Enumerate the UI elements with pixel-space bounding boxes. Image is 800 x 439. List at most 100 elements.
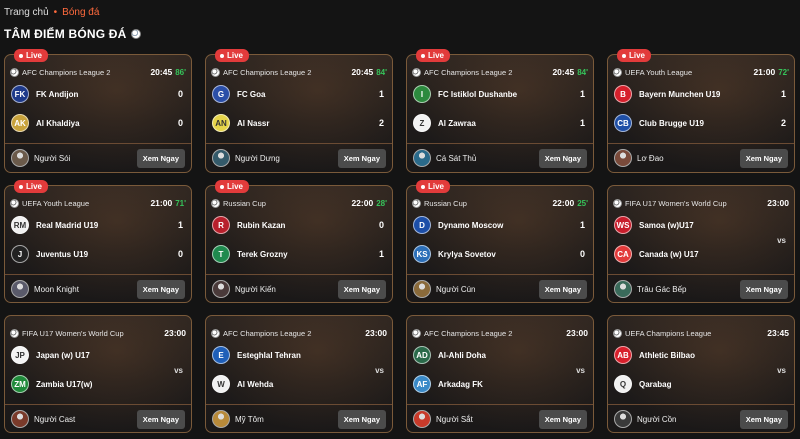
team-score: 1 — [780, 89, 786, 99]
watch-now-button[interactable]: Xem Ngay — [337, 409, 386, 429]
match-card[interactable]: Live Russian Cup 22:00 28' R Rubin Kazan… — [205, 180, 393, 303]
watch-now-button[interactable]: Xem Ngay — [337, 148, 386, 168]
match-header: FIFA U17 Women's World Cup 23:00 — [613, 198, 789, 208]
team-row-away: ZM Zambia U17(w) — [11, 375, 183, 393]
live-dot-icon — [220, 184, 224, 189]
commentator-name: Người Sói — [34, 153, 71, 163]
match-card[interactable]: FIFA U17 Women's World Cup 23:00 JP Japa… — [4, 315, 192, 433]
watch-now-button[interactable]: Xem Ngay — [538, 148, 587, 168]
match-card[interactable]: Live AFC Champions League 2 20:45 84' G … — [205, 49, 393, 173]
team-score: 1 — [378, 89, 384, 99]
card-divider — [608, 404, 794, 405]
team-name: Real Madrid U19 — [36, 220, 99, 230]
team-name: Al Wehda — [237, 379, 274, 389]
vs-label: vs — [777, 236, 786, 245]
match-grid: Live AFC Champions League 2 20:45 86' FK… — [4, 49, 797, 433]
match-card[interactable]: FIFA U17 Women's World Cup 23:00 WS Samo… — [607, 185, 795, 303]
team-row-away: CB Club Brugge U19 2 — [614, 114, 786, 132]
match-card[interactable]: Live UEFA Youth League 21:00 71' RM Real… — [4, 180, 192, 303]
team-logo-icon: G — [212, 85, 230, 103]
team-row-away: Q Qarabag — [614, 375, 786, 393]
match-minute: 84' — [577, 67, 588, 77]
team-row-away: AF Arkadag FK — [413, 375, 585, 393]
team-score: 1 — [177, 220, 183, 230]
match-time: 23:45 — [767, 328, 789, 338]
team-row-home: FK FK Andijon 0 — [11, 85, 183, 103]
team-name: Arkadag FK — [438, 379, 483, 389]
team-logo-icon: FK — [11, 85, 29, 103]
soccer-ball-icon — [613, 328, 622, 338]
team-logo-icon: AN — [212, 114, 230, 132]
watch-now-button[interactable]: Xem Ngay — [136, 409, 185, 429]
team-row-home: AD Al-Ahli Doha — [413, 346, 585, 364]
match-card[interactable]: AFC Champions League 2 23:00 AD Al-Ahli … — [406, 315, 594, 433]
watch-now-button[interactable]: Xem Ngay — [739, 409, 788, 429]
vs-label: vs — [174, 366, 183, 375]
live-label: Live — [629, 51, 646, 60]
commentator-name: Mỹ Tôm — [235, 414, 264, 424]
match-time: 23:00 — [365, 328, 387, 338]
match-header: UEFA Champions League 23:45 — [613, 328, 789, 338]
commentator-avatar — [212, 410, 230, 428]
team-row-home: WS Samoa (w)U17 — [614, 216, 786, 234]
match-header: UEFA Youth League 21:00 71' — [10, 198, 186, 208]
league-name: AFC Champions League 2 — [424, 328, 513, 338]
match-card[interactable]: UEFA Champions League 23:45 AB Athletic … — [607, 315, 795, 433]
team-name: Rubin Kazan — [237, 220, 286, 230]
team-name: Esteghlal Tehran — [237, 350, 301, 360]
team-row-home: I FC Istiklol Dushanbe 1 — [413, 85, 585, 103]
section-title: TÂM ĐIỂM BÓNG ĐÁ — [4, 27, 141, 41]
live-label: Live — [227, 51, 244, 60]
match-card[interactable]: Live AFC Champions League 2 20:45 86' FK… — [4, 49, 192, 173]
card-divider — [407, 274, 593, 275]
watch-now-button[interactable]: Xem Ngay — [538, 409, 587, 429]
team-row-away: KS Krylya Sovetov 0 — [413, 245, 585, 263]
match-card[interactable]: AFC Champions League 2 23:00 E Esteghlal… — [205, 315, 393, 433]
commentator-name: Moon Knight — [34, 284, 79, 294]
live-badge: Live — [14, 180, 49, 193]
watch-now-button[interactable]: Xem Ngay — [739, 279, 788, 299]
team-logo-icon: JP — [11, 346, 29, 364]
match-header: AFC Champions League 2 23:00 — [211, 328, 387, 338]
watch-now-button[interactable]: Xem Ngay — [337, 279, 386, 299]
live-badge: Live — [617, 49, 652, 62]
team-name: FK Andijon — [36, 89, 79, 99]
team-logo-icon: I — [413, 85, 431, 103]
breadcrumb-home-link[interactable]: Trang chủ — [4, 7, 49, 18]
match-card[interactable]: Live AFC Champions League 2 20:45 84' I … — [406, 49, 594, 173]
watch-now-button[interactable]: Xem Ngay — [136, 279, 185, 299]
card-footer: Mỹ Tôm Xem Ngay — [212, 408, 386, 430]
card-footer: Người Kiến Xem Ngay — [212, 278, 386, 300]
card-divider — [206, 404, 392, 405]
commentator-avatar — [614, 149, 632, 167]
match-time: 23:00 — [767, 198, 789, 208]
team-name: Zambia U17(w) — [36, 379, 93, 389]
commentator-name: Người Kiến — [235, 284, 276, 294]
live-dot-icon — [19, 53, 23, 58]
commentator-avatar — [11, 280, 29, 298]
watch-now-button[interactable]: Xem Ngay — [538, 279, 587, 299]
match-card[interactable]: Live Russian Cup 22:00 25' D Dynamo Mosc… — [406, 180, 594, 303]
watch-now-button[interactable]: Xem Ngay — [739, 148, 788, 168]
team-row-away: T Terek Grozny 1 — [212, 245, 384, 263]
team-score: 1 — [378, 249, 384, 259]
live-badge: Live — [416, 49, 451, 62]
team-name: Athletic Bilbao — [639, 350, 696, 360]
commentator-name: Người Cún — [436, 284, 476, 294]
card-footer: Người Sói Xem Ngay — [11, 147, 185, 169]
watch-now-button[interactable]: Xem Ngay — [136, 148, 185, 168]
team-row-home: D Dynamo Moscow 1 — [413, 216, 585, 234]
team-name: Al Zawraa — [438, 118, 476, 128]
soccer-ball-icon — [412, 67, 421, 77]
league-name: AFC Champions League 2 — [22, 67, 111, 77]
match-card[interactable]: Live UEFA Youth League 21:00 72' B Bayer… — [607, 49, 795, 173]
team-logo-icon: WS — [614, 216, 632, 234]
team-row-away: W Al Wehda — [212, 375, 384, 393]
match-time: 20:45 — [552, 67, 575, 77]
match-header: Russian Cup 22:00 28' — [211, 198, 387, 208]
soccer-ball-icon — [130, 29, 141, 39]
match-time: 23:00 — [566, 328, 588, 338]
match-time: 21:00 — [753, 67, 776, 77]
match-time: 23:00 — [164, 328, 186, 338]
team-name: Qarabag — [639, 379, 672, 389]
